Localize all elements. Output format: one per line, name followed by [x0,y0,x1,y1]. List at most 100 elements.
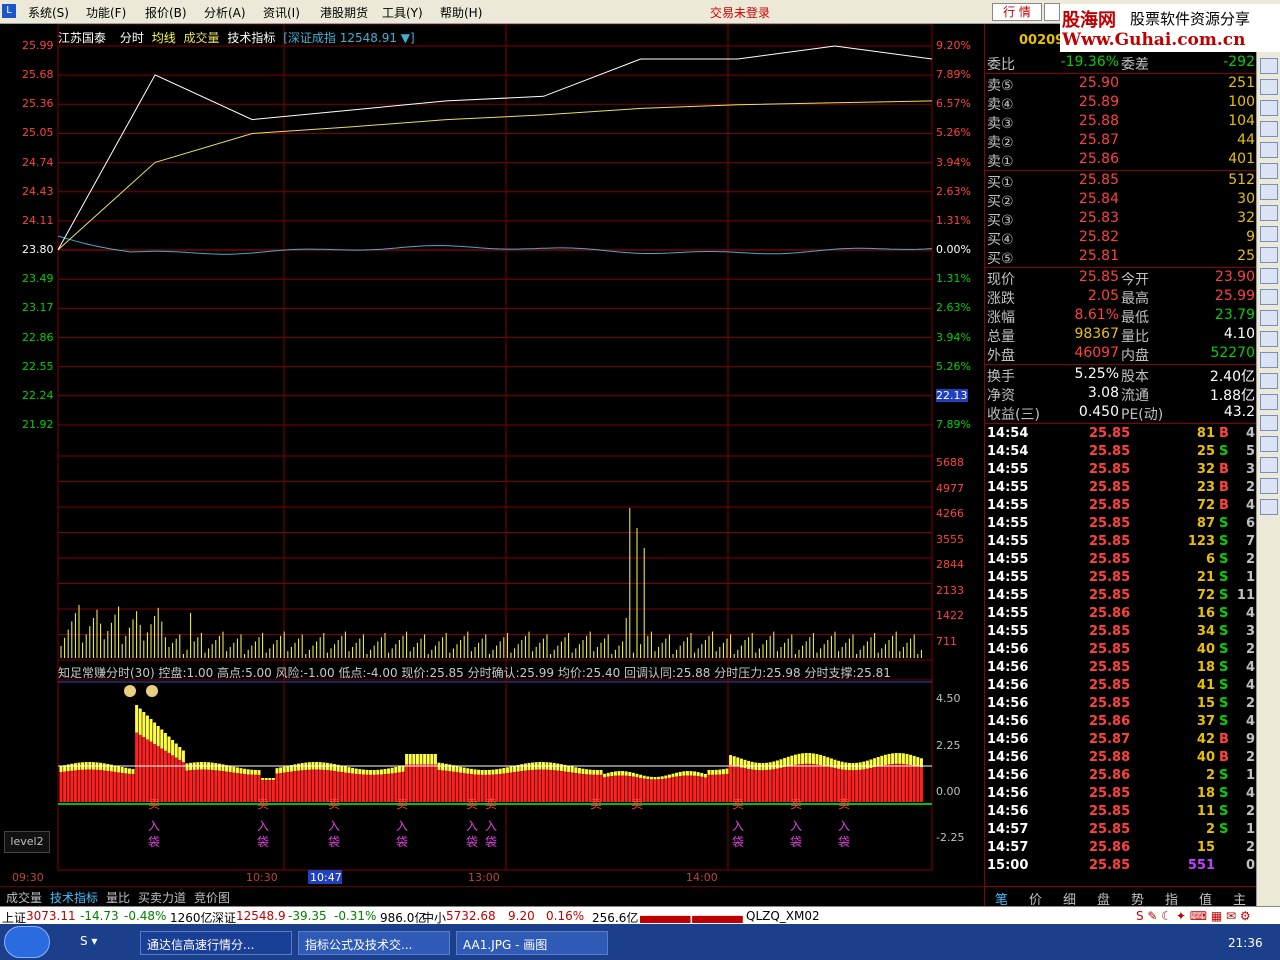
ask-row[interactable]: 卖① 25.86 401 [985,151,1257,170]
tab-average[interactable]: 均线 [152,31,176,45]
tray-icons[interactable]: S ✎ ☾ ✦ ⌨ ▦ ✉ ⚙ [1136,909,1251,923]
quote-button[interactable]: 行 情 [992,3,1042,21]
tab-indicator[interactable]: 技术指标 [227,31,275,45]
ask-row[interactable]: 卖⑤ 25.90 251 [985,75,1257,94]
app-logo-icon[interactable]: L [2,4,16,18]
ask-row[interactable]: 卖② 25.87 44 [985,132,1257,151]
stat-row[interactable]: 涨跌 2.05 最高 25.99 [985,288,1257,307]
stat-row[interactable]: 收益(三) 0.450 PE(动) 43.2 [985,404,1257,423]
stat-label: 流通 [1121,388,1149,404]
stat-row[interactable]: 换手 5.25% 股本 2.40亿 [985,366,1257,385]
intraday-chart[interactable]: 卖入袋卖入袋卖入袋卖入袋卖入袋卖入袋卖卖卖入袋卖入袋卖入袋 09:30 10:30 1… [0,24,984,886]
trade-row[interactable]: 15:00 25.85 551 0 [985,858,1257,876]
trade-row[interactable]: 14:55 25.85 72 S 11 [985,588,1257,606]
trade-row[interactable]: 14:56 25.85 41 S 4 [985,678,1257,696]
toolbar-tool-icon[interactable] [1260,373,1278,389]
stat-row[interactable]: 总量 98367 量比 4.10 [985,326,1257,345]
toolbar-tool-icon[interactable] [1260,247,1278,263]
trade-row[interactable]: 14:55 25.85 34 S 3 [985,624,1257,642]
trade-row[interactable]: 14:55 25.85 21 S 1 [985,570,1257,588]
indicator-bar-yellow [815,754,819,765]
menu-quote[interactable]: 报价(B) [145,4,187,21]
toolbar-tool-icon[interactable] [1260,499,1278,515]
trade-row[interactable]: 14:56 25.85 40 S 2 [985,642,1257,660]
tab-indicator-bottom[interactable]: 技术指标 [50,889,98,906]
toolbar-tool-icon[interactable] [1260,205,1278,221]
trade-row[interactable]: 14:56 25.86 2 S 1 [985,768,1257,786]
trade-row[interactable]: 14:55 25.85 87 S 6 [985,516,1257,534]
toolbar-tool-icon[interactable] [1260,142,1278,158]
tab-buysell-force[interactable]: 买卖力道 [138,889,186,906]
bid-row[interactable]: 买⑤ 25.81 25 [985,248,1257,267]
trade-row[interactable]: 14:55 25.85 32 B 3 [985,462,1257,480]
stat-row[interactable]: 现价 25.85 今开 23.90 [985,269,1257,288]
toolbar-tool-icon[interactable] [1260,58,1278,74]
tab-intraday[interactable]: 分时 [120,31,144,45]
toolbar-tool-icon[interactable] [1260,79,1278,95]
toolbar-tool-icon[interactable] [1260,100,1278,116]
toolbar-tool-icon[interactable] [1260,184,1278,200]
bid-row[interactable]: 买④ 25.82 9 [985,229,1257,248]
task-tdx[interactable]: 通达信高速行情分... [140,931,292,955]
trade-row[interactable]: 14:55 25.86 16 S 4 [985,606,1257,624]
trade-row[interactable]: 14:56 25.85 18 S 4 [985,660,1257,678]
tab-auction[interactable]: 竞价图 [194,889,230,906]
trade-row[interactable]: 14:55 25.85 23 B 2 [985,480,1257,498]
toolbar-tool-icon[interactable] [1260,268,1278,284]
toolbar-tool-icon[interactable] [1260,415,1278,431]
toolbar-tool-icon[interactable] [1260,478,1278,494]
toolbar-tool-icon[interactable] [1260,352,1278,368]
menu-hk-futures[interactable]: 港股期货 [320,4,368,21]
tab-volume[interactable]: 成交量 [184,31,220,45]
toolbar-tool-icon[interactable] [1260,331,1278,347]
trade-row[interactable]: 14:55 25.85 72 B 4 [985,498,1257,516]
trade-row[interactable]: 14:54 25.85 25 S 5 [985,444,1257,462]
stat-row[interactable]: 净资 3.08 流通 1.88亿 [985,385,1257,404]
task-formula[interactable]: 指标公式及技术交... [298,931,450,955]
menu-info[interactable]: 资讯(I) [263,4,300,21]
trade-row[interactable]: 14:57 25.86 15 2 [985,840,1257,858]
bid-row[interactable]: 买② 25.84 30 [985,191,1257,210]
toolbar-tool-icon[interactable] [1260,310,1278,326]
login-status[interactable]: 交易未登录 [710,4,770,21]
level2-button[interactable]: level2 [4,831,50,853]
tab-volume-ratio[interactable]: 量比 [106,889,130,906]
trade-time: 14:55 [987,552,1029,567]
ask-row[interactable]: 卖④ 25.89 100 [985,94,1257,113]
toolbar-tool-icon[interactable] [1260,289,1278,305]
dropdown-button[interactable] [1044,3,1060,21]
menu-analysis[interactable]: 分析(A) [204,4,246,21]
bid-row[interactable]: 买③ 25.83 32 [985,210,1257,229]
toolbar-tool-icon[interactable] [1260,163,1278,179]
toolbar-tool-icon[interactable] [1260,121,1278,137]
menu-system[interactable]: 系统(S) [28,4,69,21]
stat-row[interactable]: 外盘 46097 内盘 52270 [985,345,1257,364]
tab-volume-bottom[interactable]: 成交量 [6,889,42,906]
trade-row[interactable]: 14:56 25.86 37 S 4 [985,714,1257,732]
trade-row[interactable]: 14:56 25.85 18 S 4 [985,786,1257,804]
bid-row[interactable]: 买① 25.85 512 [985,172,1257,191]
trade-price: 25.85 [1089,426,1131,441]
trade-row[interactable]: 14:54 25.85 81 B 4 [985,426,1257,444]
stat-row[interactable]: 涨幅 8.61% 最低 23.79 [985,307,1257,326]
menu-function[interactable]: 功能(F) [86,4,126,21]
trade-row[interactable]: 14:55 25.85 123 S 7 [985,534,1257,552]
indicator-bar-red [765,770,769,802]
toolbar-tool-icon[interactable] [1260,457,1278,473]
trade-row[interactable]: 14:56 25.87 42 B 9 [985,732,1257,750]
trade-row[interactable]: 14:56 25.88 40 B 2 [985,750,1257,768]
trade-row[interactable]: 14:55 25.85 6 S 2 [985,552,1257,570]
menu-tools[interactable]: 工具(Y) [382,4,423,21]
toolbar-tool-icon[interactable] [1260,436,1278,452]
toolbar-tool-icon[interactable] [1260,394,1278,410]
ask-row[interactable]: 卖③ 25.88 104 [985,113,1257,132]
trade-row[interactable]: 14:56 25.85 11 S 2 [985,804,1257,822]
task-paint[interactable]: AA1.JPG - 画图 [456,931,608,955]
quicklaunch-icons[interactable]: S ▾ [80,934,97,948]
chart-canvas[interactable]: 卖入袋卖入袋卖入袋卖入袋卖入袋卖入袋卖卖卖入袋卖入袋卖入袋09:30 10:30 1… [0,24,984,886]
trade-row[interactable]: 14:57 25.85 2 S 1 [985,822,1257,840]
toolbar-tool-icon[interactable] [1260,226,1278,242]
trade-row[interactable]: 14:56 25.85 15 S 2 [985,696,1257,714]
menu-help[interactable]: 帮助(H) [440,4,482,21]
start-button[interactable] [4,926,50,958]
